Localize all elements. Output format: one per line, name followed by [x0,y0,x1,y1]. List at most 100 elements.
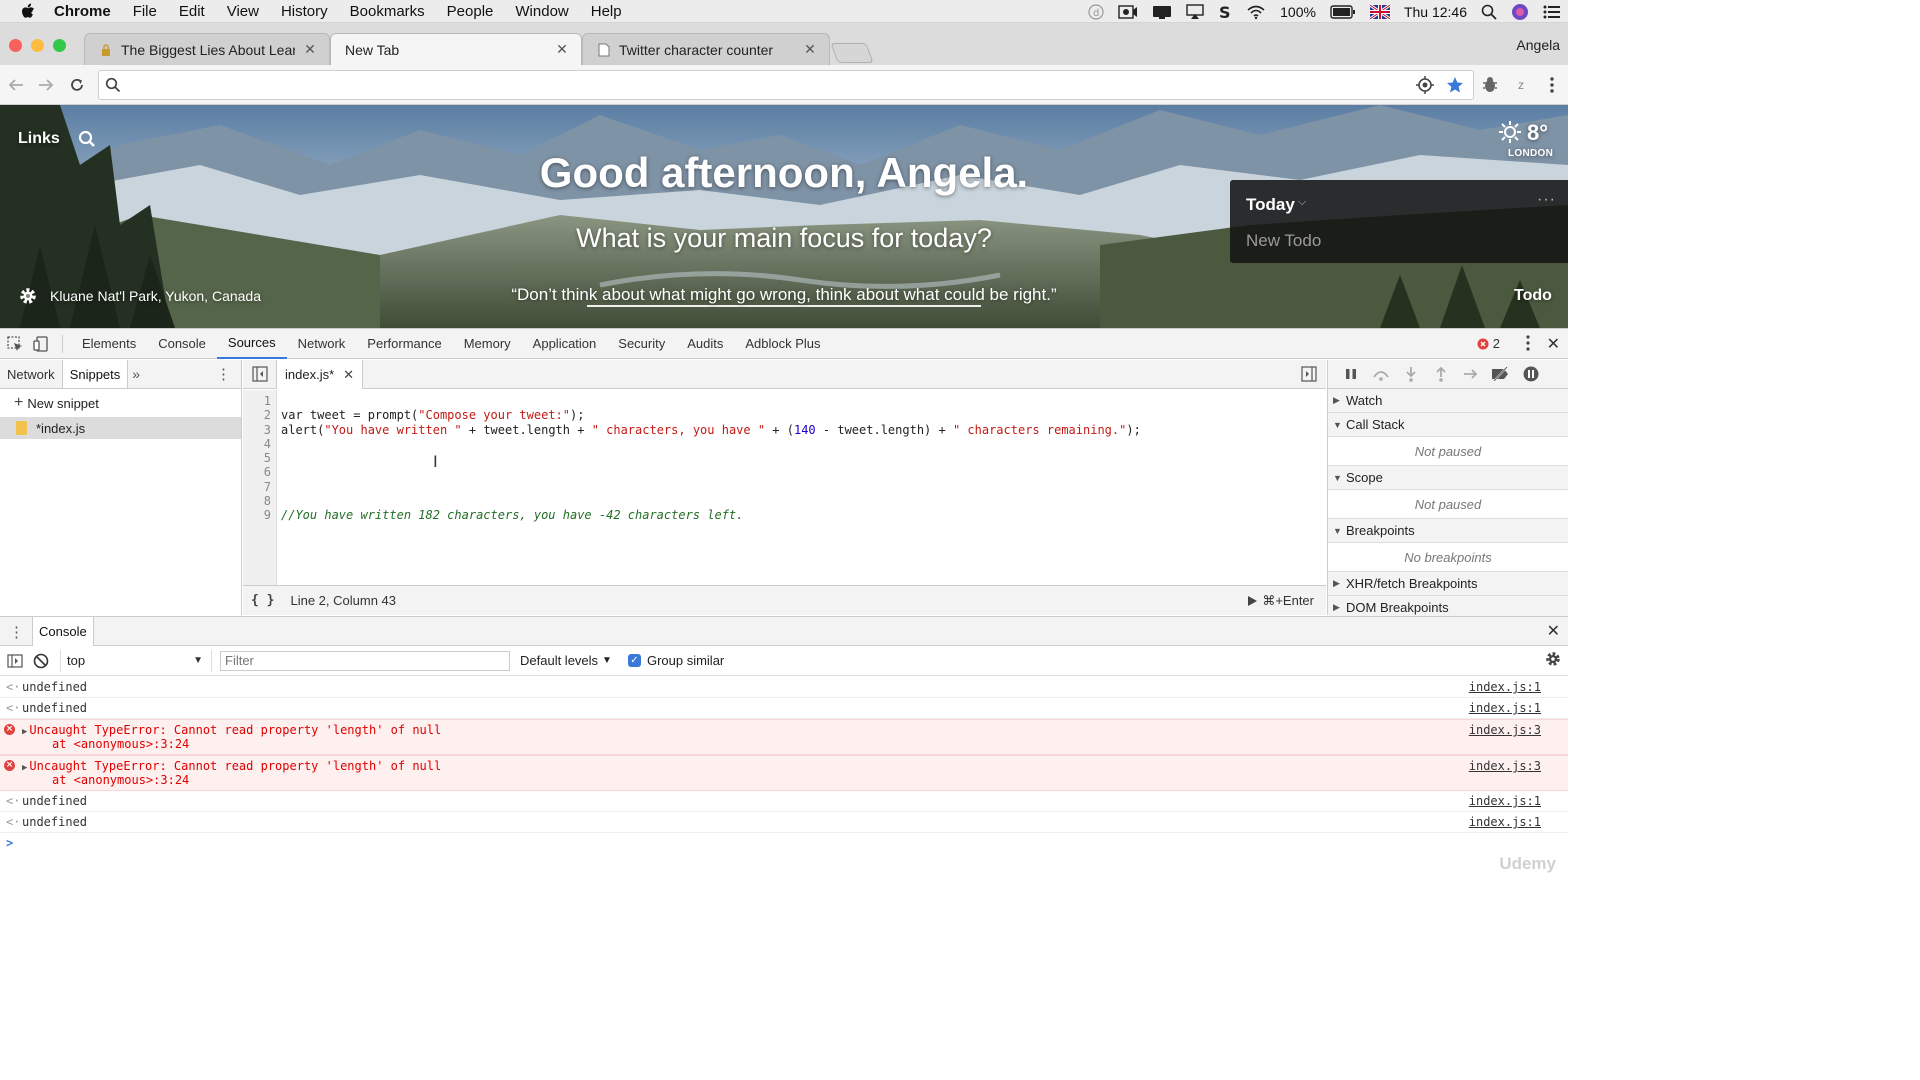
dictation-icon[interactable]: d [1088,3,1104,20]
menu-bookmarks[interactable]: Bookmarks [350,3,425,20]
menu-help[interactable]: Help [591,3,622,20]
code-line[interactable] [281,494,1321,508]
tab-biggest-lies[interactable]: The Biggest Lies About Learnin ✕ [84,33,330,65]
console-source-link[interactable]: index.js:1 [1469,701,1541,715]
console-source-link[interactable]: index.js:3 [1469,759,1541,773]
wifi-icon[interactable] [1246,4,1266,20]
photo-location[interactable]: Kluane Nat'l Park, Yukon, Canada [50,288,261,304]
error-counter[interactable]: 2 [1477,336,1500,351]
window-minimize-button[interactable] [31,39,44,52]
weather-temperature[interactable]: 8° [1527,120,1548,146]
log-levels-dropdown[interactable]: Default levels ▼ [520,653,612,668]
new-tab-button[interactable] [830,43,874,63]
clear-console-icon[interactable] [30,650,52,672]
new-snippet-button[interactable]: + New snippet [0,389,241,417]
address-input[interactable] [129,75,1409,95]
console-source-link[interactable]: index.js:1 [1469,815,1541,829]
watch-section[interactable]: ▶ Watch [1328,389,1568,413]
apple-icon[interactable] [18,2,36,20]
todo-toggle-button[interactable]: Todo [1514,287,1552,305]
deactivate-breakpoints-icon[interactable] [1486,363,1516,385]
step-into-icon[interactable] [1396,363,1426,385]
tab-close-icon[interactable]: ✕ [803,41,817,58]
devtools-menu-icon[interactable] [1526,335,1530,354]
uk-flag-icon[interactable] [1369,4,1390,19]
menu-view[interactable]: View [227,3,259,20]
window-zoom-button[interactable] [53,39,66,52]
code-line[interactable]: //You have written 182 characters, you h… [281,508,1321,522]
code-line[interactable]: var tweet = prompt("Compose your tweet:"… [281,408,1321,422]
close-file-icon[interactable]: ✕ [343,367,354,383]
xhr-breakpoints-section[interactable]: ▶ XHR/fetch Breakpoints [1328,572,1568,596]
console-source-link[interactable]: index.js:3 [1469,723,1541,737]
code-line[interactable] [281,437,1321,451]
menu-edit[interactable]: Edit [179,3,205,20]
siri-icon[interactable] [1511,3,1529,21]
menu-file[interactable]: File [133,3,157,20]
extension-z-icon[interactable]: z [1510,74,1532,96]
pretty-print-icon[interactable]: { } [251,593,274,608]
profile-name[interactable]: Angela [1516,37,1560,53]
chrome-menu-icon[interactable] [1541,74,1563,96]
menu-history[interactable]: History [281,3,328,20]
ntp-search-icon[interactable] [78,130,96,151]
tab-sources[interactable]: Sources [216,329,287,359]
bookmark-star-icon[interactable] [1444,74,1466,96]
display-icon[interactable] [1152,4,1172,20]
drawer-close-icon[interactable]: ✕ [1547,621,1560,641]
drawer-menu-icon[interactable]: ⋮ [9,623,24,641]
run-snippet-button[interactable]: ⌘+Enter [1247,593,1314,609]
toggle-debugger-icon[interactable] [1301,366,1317,385]
code-line[interactable] [281,394,1321,408]
tab-adblock-plus[interactable]: Adblock Plus [734,329,831,359]
pause-on-exceptions-icon[interactable] [1516,363,1546,385]
inspect-element-icon[interactable] [4,333,26,355]
tab-performance[interactable]: Performance [356,329,452,359]
code-line[interactable] [281,480,1321,494]
extension-bug-icon[interactable] [1479,74,1501,96]
spotlight-icon[interactable] [1481,4,1497,20]
pause-icon[interactable] [1336,363,1366,385]
tab-close-icon[interactable]: ✕ [555,41,569,58]
more-tabs-icon[interactable]: » [132,366,140,382]
console-error-message[interactable]: × ▶ Uncaught TypeError: Cannot read prope… [0,755,1568,791]
device-toolbar-icon[interactable] [30,333,52,355]
forward-icon[interactable] [35,74,57,96]
skype-icon[interactable]: S [1218,4,1232,20]
notification-center-icon[interactable] [1543,5,1561,19]
snippet-file-item[interactable]: *index.js [0,417,241,439]
tab-new-tab[interactable]: New Tab ✕ [330,33,582,65]
todo-list-title[interactable]: Today [1246,195,1295,215]
menu-window[interactable]: Window [515,3,568,20]
breakpoints-section[interactable]: ▼ Breakpoints [1328,519,1568,543]
new-todo-input[interactable]: New Todo [1246,231,1321,251]
group-similar-checkbox[interactable]: ✓ Group similar [627,653,724,668]
console-source-link[interactable]: index.js:1 [1469,794,1541,808]
todo-more-icon[interactable]: ··· [1537,191,1556,209]
devtools-close-icon[interactable]: ✕ [1547,334,1560,354]
battery-icon[interactable] [1330,4,1356,19]
location-target-icon[interactable] [1414,74,1436,96]
reload-icon[interactable] [66,74,88,96]
console-settings-gear-icon[interactable] [1544,650,1562,671]
links-button[interactable]: Links [18,130,60,148]
step-out-icon[interactable] [1426,363,1456,385]
console-filter-input[interactable] [220,650,510,671]
tab-console[interactable]: Console [147,329,217,359]
tab-network[interactable]: Network [287,329,357,359]
navigator-tab-network[interactable]: Network [0,360,62,388]
window-close-button[interactable] [9,39,22,52]
tab-twitter-counter[interactable]: Twitter character counter ✕ [582,33,830,65]
tab-application[interactable]: Application [522,329,608,359]
step-over-icon[interactable] [1366,363,1396,385]
drawer-tab-console[interactable]: Console [32,617,94,646]
tab-memory[interactable]: Memory [453,329,522,359]
tab-security[interactable]: Security [607,329,676,359]
settings-gear-icon[interactable] [17,285,39,310]
chevron-down-icon[interactable]: ⌵ [1298,196,1306,209]
execution-context-select[interactable]: top ▼ [60,649,212,672]
call-stack-section[interactable]: ▼ Call Stack [1328,413,1568,437]
step-icon[interactable] [1456,363,1486,385]
code-line[interactable]: alert("You have written " + tweet.length… [281,423,1321,437]
tab-close-icon[interactable]: ✕ [303,41,317,58]
